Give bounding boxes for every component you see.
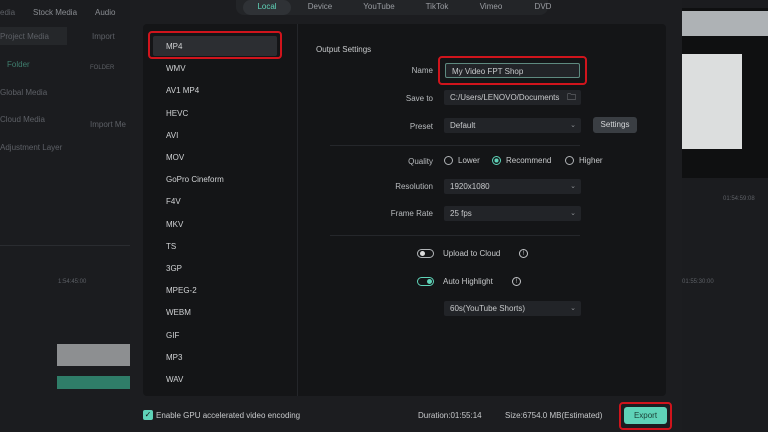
tab-audio[interactable]: Audio [95, 8, 115, 17]
settings-button[interactable]: Settings [593, 117, 637, 133]
name-label: Name [411, 66, 433, 75]
chevron-down-icon: ⌄ [570, 210, 576, 217]
output-settings-title: Output Settings [316, 45, 372, 54]
sidebar-folder[interactable]: Folder [7, 60, 30, 69]
resolution-value: 1920x1080 [450, 182, 490, 191]
quality-recommend-label: Recommend [506, 156, 552, 165]
save-path: C:/Users/LENOVO/Documents [450, 93, 560, 102]
info-icon[interactable]: ! [519, 249, 528, 258]
quality-higher-label: Higher [579, 156, 603, 165]
quality-recommend[interactable]: Recommend [492, 156, 552, 166]
format-item-avi[interactable]: AVI [166, 131, 178, 140]
timeline-time: 1:54:45:00 [58, 279, 87, 285]
highlight-duration-select[interactable]: 60s(YouTube Shorts) ⌄ [444, 301, 581, 316]
import-button[interactable]: Import [92, 32, 115, 41]
preset-label: Preset [409, 122, 433, 131]
resolution-select[interactable]: 1920x1080 ⌄ [444, 179, 581, 194]
format-item-ts[interactable]: TS [166, 242, 176, 251]
auto-highlight-toggle[interactable] [417, 277, 434, 286]
tab-vimeo[interactable]: Vimeo [466, 0, 516, 15]
format-item-mp3[interactable]: MP3 [166, 353, 182, 362]
preset-value: Default [450, 121, 476, 130]
frame-rate-value: 25 fps [450, 209, 472, 218]
radio-checked-icon [492, 156, 501, 166]
info-icon[interactable]: ! [512, 277, 521, 286]
divider [330, 235, 580, 236]
sidebar-project-media[interactable]: Project Media [0, 32, 49, 41]
tab-local[interactable]: Local [243, 0, 291, 15]
quality-label: Quality [408, 157, 433, 166]
highlight-box-export [619, 402, 672, 430]
sidebar-adjustment-layer[interactable]: Adjustment Layer [0, 143, 62, 152]
chevron-down-icon: ⌄ [570, 305, 576, 312]
format-item-mkv[interactable]: MKV [166, 220, 183, 229]
highlight-box-name [438, 56, 587, 85]
format-item-mpeg-2[interactable]: MPEG-2 [166, 286, 197, 295]
preview-time: 01:54:59:08 [723, 196, 755, 202]
divider [330, 145, 580, 146]
tab-youtube[interactable]: YouTube [354, 0, 404, 15]
frame-rate-label: Frame Rate [390, 209, 433, 218]
radio-icon [444, 156, 453, 166]
quality-higher[interactable]: Higher [565, 156, 603, 166]
save-to-label: Save to [405, 94, 433, 103]
highlight-duration-value: 60s(YouTube Shorts) [450, 304, 526, 313]
timeline-time-right: 01:55:30:00 [682, 279, 714, 285]
format-item-f4v[interactable]: F4V [166, 197, 181, 206]
quality-lower[interactable]: Lower [444, 156, 480, 166]
upload-cloud-toggle[interactable] [417, 249, 434, 258]
format-item-hevc[interactable]: HEVC [166, 109, 188, 118]
video-clip[interactable] [57, 344, 130, 366]
duration: Duration:01:55:14 [418, 411, 482, 420]
auto-highlight-label: Auto Highlight [443, 277, 493, 286]
tab-stock-media[interactable]: Stock Media [33, 8, 77, 17]
format-item-wmv[interactable]: WMV [166, 64, 186, 73]
chevron-down-icon: ⌄ [570, 122, 576, 129]
format-item-3gp[interactable]: 3GP [166, 264, 182, 273]
folder-header: FOLDER [90, 65, 115, 71]
gpu-label: Enable GPU accelerated video encoding [156, 411, 301, 420]
format-item-mp4[interactable]: MP4 [166, 42, 182, 51]
preset-select[interactable]: Default ⌄ [444, 118, 581, 133]
folder-icon[interactable]: 🗀 [567, 90, 576, 105]
tab-dvd[interactable]: DVD [518, 0, 568, 15]
format-item-av1-mp4[interactable]: AV1 MP4 [166, 86, 199, 95]
upload-cloud-label: Upload to Cloud [443, 249, 501, 258]
format-item-gif[interactable]: GIF [166, 331, 179, 340]
format-item-webm[interactable]: WEBM [166, 308, 191, 317]
chevron-down-icon: ⌄ [570, 183, 576, 190]
format-list [143, 24, 298, 396]
preview-window [682, 8, 768, 178]
import-media[interactable]: Import Me [90, 120, 126, 129]
format-item-gopro-cineform[interactable]: GoPro Cineform [166, 175, 224, 184]
tab-device[interactable]: Device [296, 0, 344, 15]
sidebar-global-media[interactable]: Global Media [0, 88, 47, 97]
format-item-wav[interactable]: WAV [166, 375, 183, 384]
size-estimate: Size:6754.0 MB(Estimated) [505, 411, 603, 420]
tab-media[interactable]: edia [0, 8, 15, 17]
audio-clip[interactable] [57, 376, 130, 389]
tab-tiktok[interactable]: TikTok [412, 0, 462, 15]
sidebar-cloud-media[interactable]: Cloud Media [0, 115, 45, 124]
quality-lower-label: Lower [458, 156, 480, 165]
resolution-label: Resolution [395, 182, 433, 191]
format-item-mov[interactable]: MOV [166, 153, 184, 162]
gpu-checkbox[interactable]: ✓ [143, 410, 153, 420]
radio-icon [565, 156, 574, 166]
save-path-field[interactable]: C:/Users/LENOVO/Documents 🗀 [444, 90, 581, 105]
frame-rate-select[interactable]: 25 fps ⌄ [444, 206, 581, 221]
